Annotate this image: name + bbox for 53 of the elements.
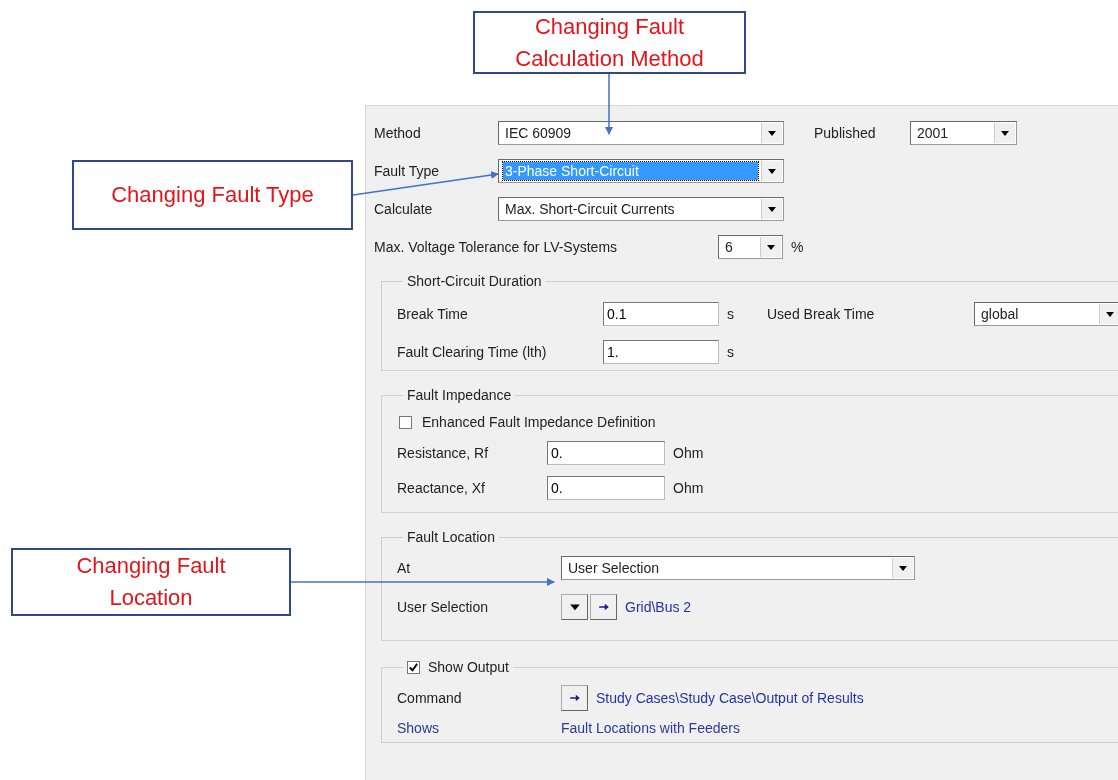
caret-icon	[892, 558, 913, 578]
field-label: Fault Clearing Time (lth)	[397, 344, 548, 360]
checkbox-label: Enhanced Fault Impedance Definition	[422, 414, 656, 430]
field-label: User Selection	[397, 599, 490, 615]
jump-button[interactable]	[590, 594, 617, 620]
dropdown[interactable]: global	[974, 302, 1118, 326]
dropdown[interactable]: User Selection	[561, 556, 915, 580]
caret-icon	[761, 199, 782, 219]
field-label: Fault Type	[374, 163, 441, 179]
unit-label: Ohm	[673, 444, 704, 461]
caret-icon	[994, 123, 1015, 143]
field-label: Break Time	[397, 306, 469, 322]
field-label: At	[397, 560, 412, 576]
field-label: Calculate	[374, 201, 434, 217]
group-title: Fault Location	[407, 529, 495, 545]
group-title: Fault Impedance	[407, 387, 512, 403]
caret-icon	[760, 237, 781, 257]
unit-label: %	[791, 239, 804, 255]
field-value: Fault Locations with Feeders	[561, 720, 740, 736]
caret-icon	[1099, 304, 1118, 324]
input-field[interactable]: 1.	[603, 340, 719, 364]
select-button[interactable]	[561, 594, 588, 620]
checkbox[interactable]	[399, 415, 412, 429]
dropdown[interactable]: Max. Short-Circuit Currents	[498, 197, 784, 221]
dropdown[interactable]: IEC 60909	[498, 121, 784, 145]
input-field[interactable]: 0.	[547, 475, 665, 500]
unit-label: Ohm	[673, 479, 704, 496]
field-label: Resistance, Rf	[397, 444, 490, 461]
input-field[interactable]: 0.	[547, 440, 665, 465]
field-label: Shows	[397, 720, 441, 736]
dropdown[interactable]: 2001	[910, 121, 1017, 145]
jump-button[interactable]	[561, 685, 588, 711]
field-label: Used Break Time	[767, 306, 876, 322]
unit-label: s	[727, 306, 735, 322]
callout-box: Changing Fault Location	[11, 548, 291, 616]
dropdown[interactable]: 6	[718, 235, 783, 259]
field-label: Method	[374, 125, 422, 141]
checkbox-label: Show Output	[428, 659, 509, 675]
field-label: Command	[397, 690, 463, 706]
caret-icon	[761, 161, 782, 181]
link[interactable]: Study Cases\Study Case\Output of Results	[596, 690, 864, 706]
field-label: Published	[814, 125, 877, 141]
arrow	[605, 73, 613, 135]
input-field[interactable]: 0.1	[603, 302, 719, 326]
field-label: Max. Voltage Tolerance for LV-Systems	[374, 239, 619, 255]
unit-label: s	[727, 344, 735, 360]
callout-box: Changing Fault Calculation Method	[473, 11, 746, 74]
field-label: Reactance, Xf	[397, 479, 486, 496]
group-title: Short-Circuit Duration	[407, 273, 542, 289]
link[interactable]: Grid\Bus 2	[625, 599, 692, 615]
caret-icon	[761, 123, 782, 143]
checkbox[interactable]	[407, 660, 420, 674]
callout-box: Changing Fault Type	[72, 160, 353, 230]
